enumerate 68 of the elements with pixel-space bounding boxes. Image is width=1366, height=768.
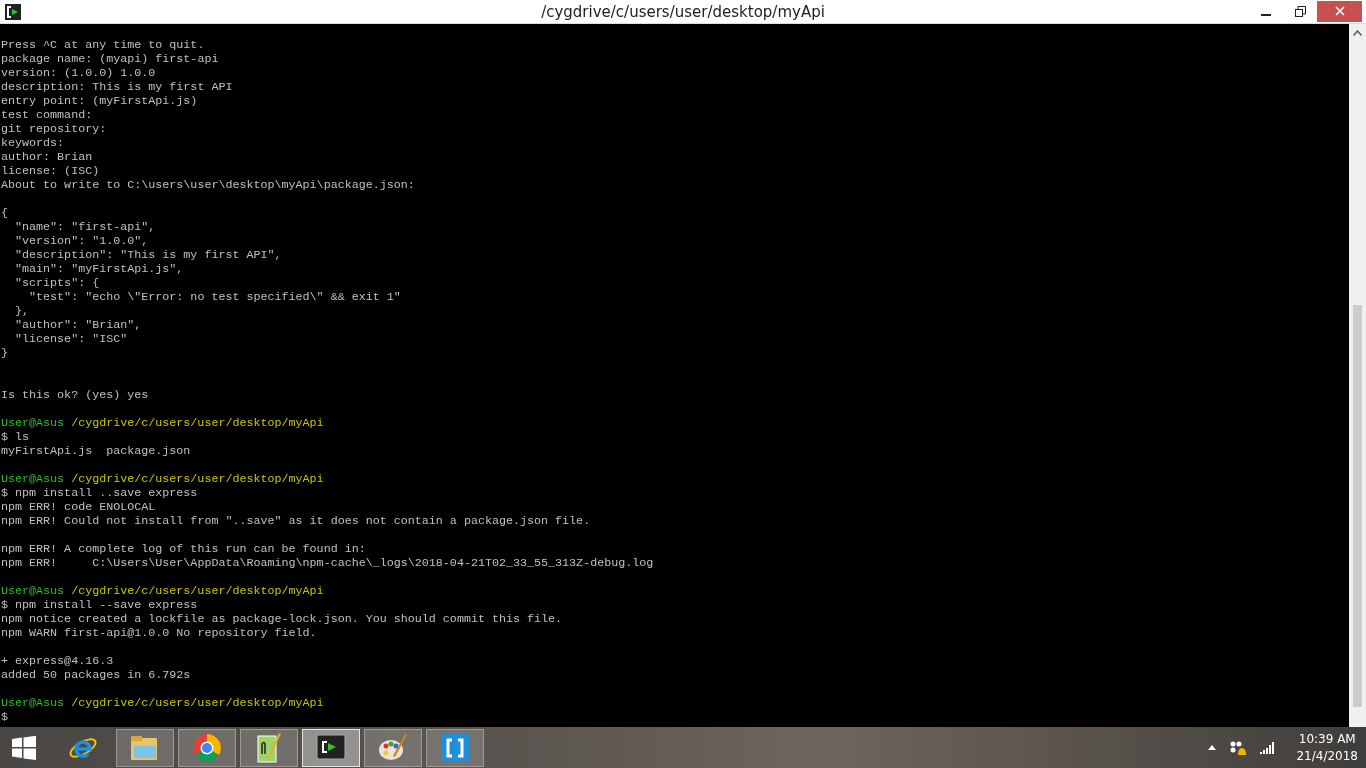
terminal-line: About to write to C:\users\user\desktop\myApi\package.json: <box>1 178 415 192</box>
terminal-line: npm ERR! code ENOLOCAL <box>1 500 156 514</box>
terminal-line: npm ERR! A complete log of this run can be found in: <box>1 542 366 556</box>
minimize-icon <box>1261 14 1271 16</box>
terminal-line: "license": "ISC" <box>14 332 128 346</box>
terminal-line: "name": "first-api", <box>14 220 156 234</box>
window-title: /cygdrive/c/users/user/desktop/myApi <box>541 2 825 21</box>
terminal-line: "test": "echo \"Error: no test specified\" && exit 1" <box>28 290 401 304</box>
terminal-line: git repository: <box>1 122 107 136</box>
clock-time: 10:39 AM <box>1298 730 1356 748</box>
prompt-user: User@Asus <box>1 696 65 710</box>
prompt-user: User@Asus <box>1 472 65 486</box>
taskbar-app-button[interactable] <box>178 728 236 767</box>
terminal-line: npm ERR! C:\Users\User\AppData\Roaming\npm-cache\_logs\2018-04-21T02_33_55_313Z-debug.log <box>1 556 654 570</box>
close-button[interactable] <box>1317 0 1362 22</box>
terminal-line: { <box>1 206 8 220</box>
terminal-line: $ <box>1 710 8 724</box>
terminal-line: "description": "This is my first API", <box>14 248 282 262</box>
terminal-line: version: (1.0.0) 1.0.0 <box>1 66 156 80</box>
terminal-line: npm WARN first-api@1.0.0 No repository field. <box>1 626 317 640</box>
notification-icon[interactable] <box>1228 739 1249 756</box>
terminal-line: test command: <box>1 108 93 122</box>
terminal-line: + express@4.16.3 <box>1 654 114 668</box>
clock[interactable]: 10:39 AM 21/4/2018 <box>1296 730 1358 765</box>
terminal-line: npm notice created a lockfile as package-lock.json. You should commit this file. <box>1 612 563 626</box>
terminal-line: package name: (myapi) first-api <box>1 52 219 66</box>
prompt-path: /cygdrive/c/users/user/desktop/myApi <box>71 416 324 430</box>
terminal-line: description: This is my first API <box>1 80 233 94</box>
restore-icon <box>1294 5 1306 17</box>
terminal-line: "author": "Brian", <box>14 318 142 332</box>
taskbar-app-button[interactable] <box>302 728 360 767</box>
close-icon <box>1334 6 1345 16</box>
terminal-line: "scripts": { <box>14 276 100 290</box>
terminal-line: npm ERR! Could not install from "..save" as it does not contain a package.json file. <box>1 514 591 528</box>
terminal-icon <box>316 733 346 762</box>
caret-icon <box>1353 29 1362 36</box>
terminal-line: $ ls <box>1 430 30 444</box>
prompt-path: /cygdrive/c/users/user/desktop/myApi <box>71 696 324 710</box>
terminal-line: "main": "myFirstApi.js", <box>14 262 184 276</box>
terminal-line: author: Brian <box>1 150 93 164</box>
prompt-path: /cygdrive/c/users/user/desktop/myApi <box>71 472 324 486</box>
signal-icon[interactable] <box>1260 741 1275 754</box>
terminal-line: keywords: <box>1 136 65 150</box>
notepad-icon <box>255 731 283 764</box>
terminal-line: Press ^C at any time to quit. <box>1 38 205 52</box>
terminal-line: }, <box>14 304 30 318</box>
clock-date: 21/4/2018 <box>1296 747 1358 765</box>
prompt-user: User@Asus <box>1 584 65 598</box>
terminal-line: license: (ISC) <box>1 164 100 178</box>
taskbar-app-button[interactable] <box>426 728 484 767</box>
terminal-line: Is this ok? (yes) yes <box>1 388 149 402</box>
terminal-line: } <box>1 346 8 360</box>
chrome-icon <box>192 732 222 763</box>
windows-logo-icon <box>11 734 37 761</box>
terminal-line: entry point: (myFirstApi.js) <box>1 94 198 108</box>
terminal-line: "version": "1.0.0", <box>14 234 149 248</box>
taskbar-app-button[interactable] <box>364 728 422 767</box>
prompt-user: User@Asus <box>1 416 65 430</box>
taskbar-app-button[interactable] <box>240 728 298 767</box>
terminal-line: added 50 packages in 6.792s <box>1 668 191 682</box>
terminal-line: $ npm install --save express <box>1 598 198 612</box>
palette-icon <box>377 732 409 763</box>
terminal-line: myFirstApi.js package.json <box>1 444 191 458</box>
show-hidden-icons-icon[interactable] <box>1208 745 1217 750</box>
terminal-line: $ npm install ..save express <box>1 486 198 500</box>
scrollbar-thumb[interactable] <box>1353 305 1362 707</box>
prompt-path: /cygdrive/c/users/user/desktop/myApi <box>71 584 324 598</box>
brackets-icon <box>440 732 470 763</box>
